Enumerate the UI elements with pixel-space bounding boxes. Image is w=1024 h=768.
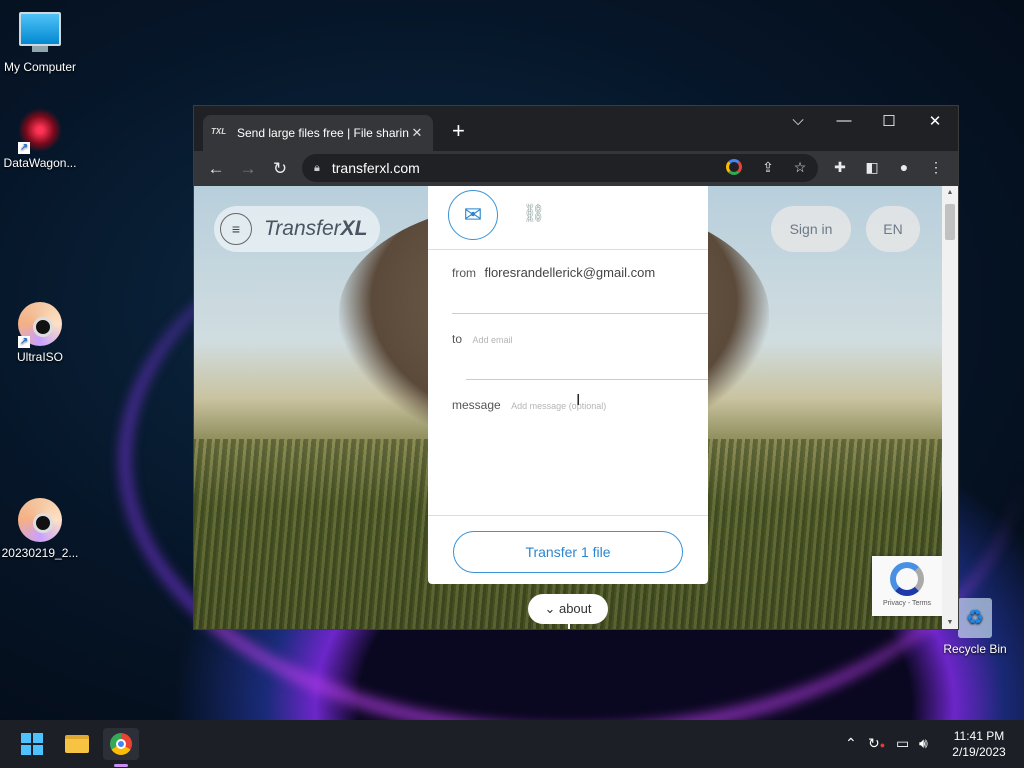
desktop-icon-label: 20230219_2...	[1, 546, 79, 560]
profile-icon[interactable]: ●	[894, 159, 914, 175]
to-placeholder: Add email	[472, 335, 513, 345]
message-label: message	[452, 398, 501, 412]
chrome-taskbar-button[interactable]	[103, 728, 139, 760]
system-clock[interactable]: 11:41 PM 2/19/2023	[944, 728, 1014, 760]
shortcut-arrow-icon: ↗	[18, 142, 30, 154]
extensions-icon[interactable]: ✚	[830, 159, 850, 176]
transferxl-favicon-icon: TXL	[211, 127, 227, 136]
tab-strip: TXL Send large files free | File sharing…	[194, 106, 958, 151]
scroll-down-icon[interactable]: ▼	[942, 619, 958, 626]
tab-title: Send large files free | File sharing	[237, 126, 409, 140]
tab-close-icon[interactable]: ✕	[409, 125, 425, 141]
page-scrollbar[interactable]: ▲ ▼	[942, 186, 958, 629]
disc-icon: ↗	[18, 302, 62, 348]
message-field[interactable]: message Add message (optional) I	[428, 380, 708, 516]
monitor-icon	[18, 12, 62, 56]
page-viewport: ≡ TransferXL Sign in EN ✉ ⛓ from floresr…	[194, 186, 942, 629]
clock-time: 11:41 PM	[953, 729, 1005, 743]
desktop-icon-label: Recycle Bin	[943, 642, 1007, 656]
desktop-icon-iso-file[interactable]: 20230219_2...	[0, 498, 80, 560]
desktop-icon-label: DataWagon...	[3, 156, 77, 170]
desktop-icon-label: UltraISO	[16, 350, 63, 364]
browser-toolbar: ← → ↻ 🔒︎ transferxl.com ⇪ ☆ ✚ ◧ ● ⋮	[194, 151, 958, 186]
clock-date: 2/19/2023	[952, 745, 1006, 759]
desktop-icon-ultraiso[interactable]: ↗ UltraISO	[0, 302, 80, 364]
desktop-icon-datawagon[interactable]: ↗ DataWagon...	[0, 108, 80, 170]
hamburger-menu-icon[interactable]: ≡	[220, 213, 252, 245]
datawagon-icon: ↗	[18, 108, 62, 154]
disc-icon	[18, 498, 62, 542]
from-value: floresrandellerick@gmail.com	[484, 265, 656, 280]
url-text: transferxl.com	[331, 160, 420, 176]
browser-window: TXL Send large files free | File sharing…	[193, 105, 959, 630]
link-mode-icon[interactable]: ⛓	[522, 203, 546, 224]
site-header-logo: ≡ TransferXL	[214, 206, 380, 252]
windows-logo-icon	[21, 733, 43, 755]
browser-tab[interactable]: TXL Send large files free | File sharing…	[203, 115, 433, 151]
reload-button[interactable]: ↻	[264, 159, 296, 179]
tab-search-icon[interactable]: ⌵	[786, 112, 810, 129]
recaptcha-badge[interactable]: Privacy - Terms	[872, 556, 942, 616]
about-divider	[568, 624, 570, 629]
active-app-indicator	[114, 764, 128, 767]
network-icon[interactable]: ▭	[896, 735, 909, 752]
to-field[interactable]: to Add email	[452, 314, 708, 380]
new-tab-button[interactable]: +	[452, 120, 465, 142]
bookmark-star-icon[interactable]: ☆	[790, 159, 810, 176]
chrome-icon	[110, 733, 132, 755]
taskbar: ⌃ ↻● ▭ 🔊︎ 11:41 PM 2/19/2023	[0, 720, 1024, 768]
transfer-mode-tabs: ✉ ⛓	[428, 186, 708, 250]
sign-in-button[interactable]: Sign in	[771, 206, 851, 252]
to-label: to	[452, 332, 463, 346]
from-field[interactable]: from floresrandellerick@gmail.com	[452, 250, 708, 314]
maximize-button[interactable]: ☐	[877, 112, 901, 130]
share-icon[interactable]: ⇪	[758, 159, 778, 176]
scroll-thumb[interactable]	[945, 204, 955, 240]
recaptcha-icon	[890, 562, 924, 596]
about-button[interactable]: ⌄ about	[528, 594, 608, 624]
sync-icon[interactable]: ↻●	[868, 735, 885, 752]
volume-icon[interactable]: 🔊︎	[919, 735, 928, 752]
minimize-button[interactable]: —	[832, 112, 856, 129]
brand-logo[interactable]: TransferXL	[264, 217, 367, 241]
from-label: from	[452, 266, 476, 280]
desktop-icon-my-computer[interactable]: My Computer	[0, 10, 80, 74]
desktop-icon-label: My Computer	[3, 60, 77, 74]
email-mode-icon[interactable]: ✉	[448, 190, 498, 240]
side-panel-icon[interactable]: ◧	[862, 159, 882, 176]
language-button[interactable]: EN	[866, 206, 920, 252]
scroll-up-icon[interactable]: ▲	[942, 189, 958, 196]
recycle-bin-icon: ♻	[958, 598, 992, 638]
file-explorer-button[interactable]	[59, 728, 95, 760]
shortcut-arrow-icon: ↗	[18, 336, 30, 348]
transfer-button[interactable]: Transfer 1 file	[453, 531, 683, 573]
forward-button[interactable]: →	[232, 159, 264, 179]
more-menu-icon[interactable]: ⋮	[926, 159, 946, 176]
lock-icon: 🔒︎	[314, 161, 320, 174]
folder-icon	[65, 735, 89, 753]
text-cursor-icon: I	[576, 392, 581, 409]
back-button[interactable]: ←	[200, 159, 232, 179]
close-window-button[interactable]: ✕	[923, 112, 947, 130]
chevron-up-icon[interactable]: ⌃	[845, 735, 857, 752]
transfer-card: ✉ ⛓ from floresrandellerick@gmail.com to…	[428, 186, 708, 584]
google-lens-icon[interactable]	[726, 159, 746, 175]
message-placeholder: Add message (optional)	[511, 401, 607, 411]
recaptcha-links[interactable]: Privacy - Terms	[872, 600, 942, 607]
start-button[interactable]	[14, 728, 50, 760]
